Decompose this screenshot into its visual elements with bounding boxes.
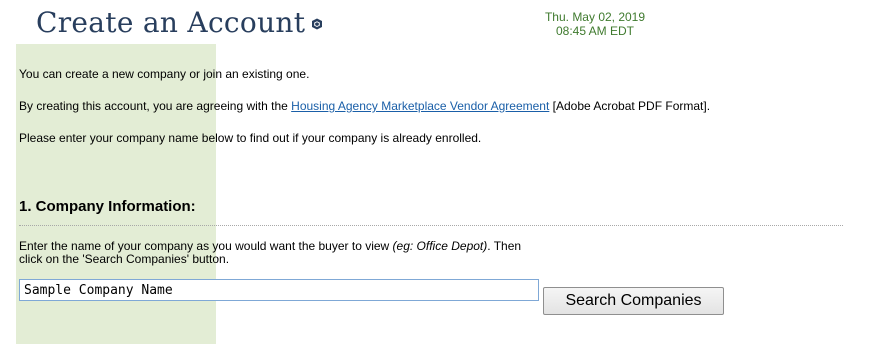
section-divider (19, 225, 843, 226)
agreement-format-text: [Adobe Acrobat PDF Format]. (549, 99, 711, 113)
help-cube-icon[interactable] (311, 17, 323, 30)
page-title: Create an Account (36, 6, 306, 39)
company-name-instructions: Enter the name of your company as you wo… (19, 240, 539, 266)
agreement-prefix-text: By creating this account, you are agreei… (19, 99, 292, 113)
enrollment-check-text: Please enter your company name below to … (19, 131, 482, 145)
current-time: 08:45 AM EDT (555, 24, 635, 38)
instructions-example-text: (eg: Office Depot) (392, 239, 488, 253)
agreement-notice: By creating this account, you are agreei… (19, 99, 710, 113)
current-datetime: Thu. May 02, 2019 08:45 AM EDT (515, 10, 675, 38)
instructions-prefix-text: Enter the name of your company as you wo… (19, 239, 393, 253)
company-information-heading: 1. Company Information: (19, 198, 196, 215)
company-name-input[interactable] (19, 279, 539, 301)
intro-create-or-join-text: You can create a new company or join an … (19, 67, 310, 81)
vendor-agreement-link[interactable]: Housing Agency Marketplace Vendor Agreem… (291, 99, 549, 113)
current-date: Thu. May 02, 2019 (544, 10, 646, 24)
search-companies-button[interactable]: Search Companies (543, 287, 724, 315)
